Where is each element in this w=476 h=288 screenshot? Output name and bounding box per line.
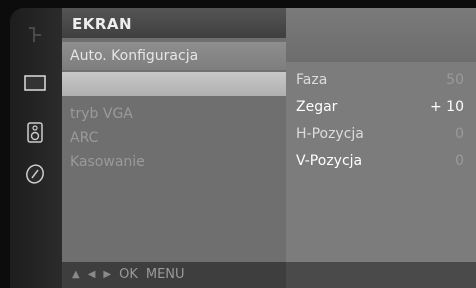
setting-label: Zegar	[296, 99, 338, 115]
setting-label: V-Pozycja	[296, 153, 363, 169]
ok-hint: OK	[119, 267, 138, 282]
setting-value: 0	[455, 153, 464, 169]
source-icon[interactable]	[23, 24, 47, 46]
auto-config-label: Auto. Konfiguracja	[70, 48, 199, 64]
menu-hint: MENU	[145, 267, 185, 282]
right-arrow-icon: ▶	[103, 269, 112, 280]
clock-icon[interactable]	[23, 163, 47, 185]
setting-value: 50	[446, 72, 464, 88]
menu-item-vga-mode[interactable]: tryb VGA	[70, 106, 133, 122]
menu-item-reset[interactable]: Kasowanie	[70, 154, 145, 170]
menu-title: EKRAN	[72, 15, 133, 33]
setting-value: 0	[455, 126, 464, 142]
settings-list: Faza 50 Zegar + 10 H-Pozycja 0 V-Pozycja…	[286, 72, 476, 180]
setting-row-clock[interactable]: Zegar + 10	[286, 99, 476, 126]
setting-row-v-position[interactable]: V-Pozycja 0	[286, 153, 476, 180]
setting-row-h-position[interactable]: H-Pozycja 0	[286, 126, 476, 153]
settings-footer	[286, 262, 476, 288]
menu-icon-strip	[10, 8, 62, 288]
menu-list: tryb VGA ARC Kasowanie	[62, 70, 286, 250]
up-arrow-icon: ▲	[72, 269, 80, 280]
osd-screen: EKRAN Auto. Konfiguracja tryb VGA ARC Ka…	[10, 8, 476, 288]
menu-panel: EKRAN Auto. Konfiguracja tryb VGA ARC Ka…	[62, 8, 286, 288]
screen-icon[interactable]	[23, 72, 47, 94]
nav-footer: ▲ ◀ ▶ OK MENU	[62, 262, 286, 288]
settings-header	[286, 8, 476, 62]
left-arrow-icon: ◀	[87, 269, 96, 280]
settings-panel: Faza 50 Zegar + 10 H-Pozycja 0 V-Pozycja…	[286, 8, 476, 288]
setting-label: Faza	[296, 72, 328, 88]
menu-header: EKRAN	[62, 8, 286, 38]
selected-item-highlight[interactable]	[62, 72, 286, 96]
setting-label: H-Pozycja	[296, 126, 364, 142]
speaker-icon[interactable]	[23, 121, 47, 143]
menu-item-arc[interactable]: ARC	[70, 130, 98, 146]
setting-value: + 10	[430, 99, 464, 115]
setting-row-phase[interactable]: Faza 50	[286, 72, 476, 99]
auto-config-item[interactable]: Auto. Konfiguracja	[62, 42, 286, 70]
